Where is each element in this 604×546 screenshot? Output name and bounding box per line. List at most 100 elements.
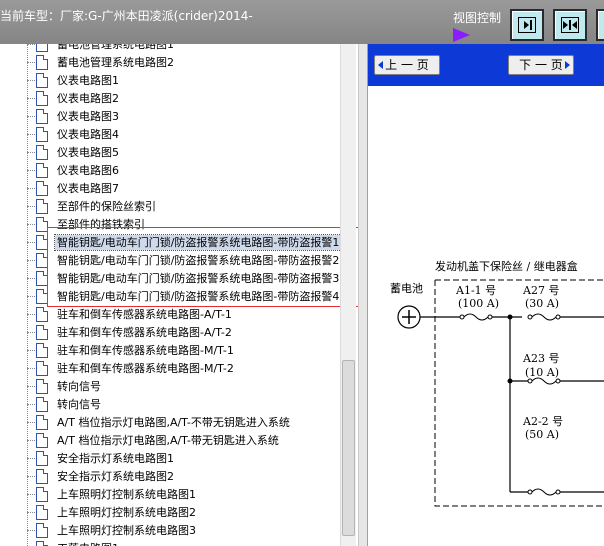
document-icon <box>36 307 48 322</box>
tree-item[interactable]: 仪表电路图5 <box>0 144 340 162</box>
fuse-a2-2-rating: (50 A) <box>525 428 559 441</box>
fit-right-button[interactable] <box>510 9 544 41</box>
document-tree[interactable]: 蓄电池管理系统电路图1 蓄电池管理系统电路图2 仪表电路图1 仪表电路图2 仪表电路图3… <box>0 44 358 546</box>
prev-page-button[interactable]: 上 一 页 <box>374 55 440 75</box>
next-page-button[interactable]: 下 一 页 <box>508 55 574 75</box>
document-icon <box>36 91 48 106</box>
tree-item-label: 仪表电路图5 <box>57 146 119 159</box>
tree-item[interactable]: A/T 档位指示灯电路图,A/T-不带无钥匙进入系统 <box>0 414 340 432</box>
tree-item[interactable]: 仪表电路图7 <box>0 180 340 198</box>
tree-item-label: 上车照明灯控制系统电路图2 <box>57 506 196 519</box>
tree-item[interactable]: 安全指示灯系统电路图1 <box>0 450 340 468</box>
title-bar: 当前车型：厂家:G-广州本田凌派(crider)2014- 视图控制 <box>0 0 604 44</box>
tree-item[interactable]: 仪表电路图1 <box>0 72 340 90</box>
tree-item[interactable]: 至部件的保险丝索引 <box>0 198 340 216</box>
fuse-a2-2-symbol <box>527 488 561 496</box>
tree-item[interactable]: 仪表电路图4 <box>0 126 340 144</box>
tree-connector <box>27 260 35 261</box>
tree-item-label: 仪表电路图6 <box>57 164 119 177</box>
document-icon <box>36 361 48 376</box>
tree-connector <box>27 116 35 117</box>
fuse-a27-symbol <box>527 313 561 321</box>
fuse-a1-1-name: A1-1 号 <box>455 284 496 297</box>
tree-item-label: 安全指示灯系统电路图2 <box>57 470 174 483</box>
tree-connector <box>27 206 35 207</box>
tree-item[interactable]: 仪表电路图3 <box>0 108 340 126</box>
tree-item[interactable]: 工落电路图1 <box>0 540 340 546</box>
tree-item[interactable]: 上车照明灯控制系统电路图2 <box>0 504 340 522</box>
tree-item-label: A/T 档位指示灯电路图,A/T-不带无钥匙进入系统 <box>57 416 290 429</box>
tree-connector <box>27 314 35 315</box>
fit-both-button[interactable] <box>553 9 587 41</box>
view-control-label: 视图控制 <box>453 11 502 25</box>
tree-item-label: 驻车和倒车传感器系统电路图-A/T-1 <box>57 308 232 321</box>
tree-item-label: 仪表电路图4 <box>57 128 119 141</box>
document-icon <box>36 487 48 502</box>
fuse-box-frame <box>434 280 604 507</box>
tree-item[interactable]: 上车照明灯控制系统电路图3 <box>0 522 340 540</box>
document-icon <box>36 379 48 394</box>
tree-item-label: 安全指示灯系统电路图1 <box>57 452 174 465</box>
tree-connector <box>27 44 35 45</box>
tree-item[interactable]: A/T 档位指示灯电路图,A/T-带无钥匙进入系统 <box>0 432 340 450</box>
tree-item[interactable]: 驻车和倒车传感器系统电路图-A/T-1 <box>0 306 340 324</box>
tree-connector <box>27 62 35 63</box>
fuse-a1-1-symbol <box>459 313 493 321</box>
tree-item-label: 蓄电池管理系统电路图2 <box>57 56 174 69</box>
tree-item-label: 转向信号 <box>57 398 101 411</box>
tree-scrollbar[interactable] <box>340 44 356 546</box>
tree-item[interactable]: 仪表电路图2 <box>0 90 340 108</box>
tree-item-label: 上车照明灯控制系统电路图3 <box>57 524 196 537</box>
tree-item[interactable]: 蓄电池管理系统电路图1 <box>0 44 340 54</box>
tree-item[interactable]: 安全指示灯系统电路图2 <box>0 468 340 486</box>
document-icon <box>36 109 48 124</box>
document-icon <box>36 325 48 340</box>
tree-item-label: 驻车和倒车传感器系统电路图-M/T-1 <box>57 344 234 357</box>
wiring-diagram: 发动机盖下保险丝 / 继电器盒 蓄电池 A1-1 号 (100 A) A27 号… <box>390 259 604 507</box>
tree-item-label: 上车照明灯控制系统电路图1 <box>57 488 196 501</box>
view-control-arrow-icon <box>453 28 470 42</box>
tree-item-label: 至部件的保险丝索引 <box>57 200 156 213</box>
tree-item[interactable]: 蓄电池管理系统电路图2 <box>0 54 340 72</box>
diagram-viewer: 上 一 页 下 一 页 发动机盖下保险丝 / 继电器盒 蓄电池 A1-1 号 (… <box>368 44 604 546</box>
fit-left-button[interactable] <box>596 9 604 41</box>
document-icon <box>36 523 48 538</box>
tree-item-label: 蓄电池管理系统电路图1 <box>57 44 174 51</box>
fuse-a23-rating: (10 A) <box>525 366 559 379</box>
fuse-a27-rating: (30 A) <box>525 297 559 310</box>
tree-connector <box>27 476 35 477</box>
tree-item[interactable]: 转向信号 <box>0 378 340 396</box>
tree-item-label: 驻车和倒车传感器系统电路图-M/T-2 <box>57 362 234 375</box>
tree-connector <box>27 278 35 279</box>
tree-item[interactable]: 仪表电路图6 <box>0 162 340 180</box>
tree-item[interactable]: 驻车和倒车传感器系统电路图-M/T-1 <box>0 342 340 360</box>
fuse-a23-name: A23 号 <box>522 352 559 365</box>
tree-connector <box>27 368 35 369</box>
document-icon <box>36 469 48 484</box>
tree-item-label: 仪表电路图7 <box>57 182 119 195</box>
left-arrow-icon <box>378 61 383 69</box>
pane-splitter[interactable] <box>358 44 368 546</box>
tree-connector <box>27 404 35 405</box>
tree-item[interactable]: 转向信号 <box>0 396 340 414</box>
tree-item[interactable]: 驻车和倒车传感器系统电路图-A/T-2 <box>0 324 340 342</box>
fuse-a2-2-name: A2-2 号 <box>522 415 563 428</box>
tree-connector <box>27 134 35 135</box>
tree-item[interactable]: 上车照明灯控制系统电路图1 <box>0 486 340 504</box>
document-icon <box>36 145 48 160</box>
arrows-split-icon <box>561 17 579 33</box>
document-icon <box>36 127 48 142</box>
document-icon <box>36 199 48 214</box>
fuse-a1-1-rating: (100 A) <box>458 297 499 310</box>
tree-connector <box>27 350 35 351</box>
document-icon <box>36 433 48 448</box>
tree-item-label: 工落电路图1 <box>55 541 121 546</box>
tree-item-label: 仪表电路图2 <box>57 92 119 105</box>
tree-item-label: 转向信号 <box>57 380 101 393</box>
tree-scrollbar-thumb[interactable] <box>342 360 355 536</box>
document-icon <box>36 73 48 88</box>
tree-item[interactable]: 驻车和倒车传感器系统电路图-M/T-2 <box>0 360 340 378</box>
document-icon <box>36 397 48 412</box>
page-nav-bar: 上 一 页 下 一 页 <box>368 44 604 86</box>
tree-connector <box>27 152 35 153</box>
